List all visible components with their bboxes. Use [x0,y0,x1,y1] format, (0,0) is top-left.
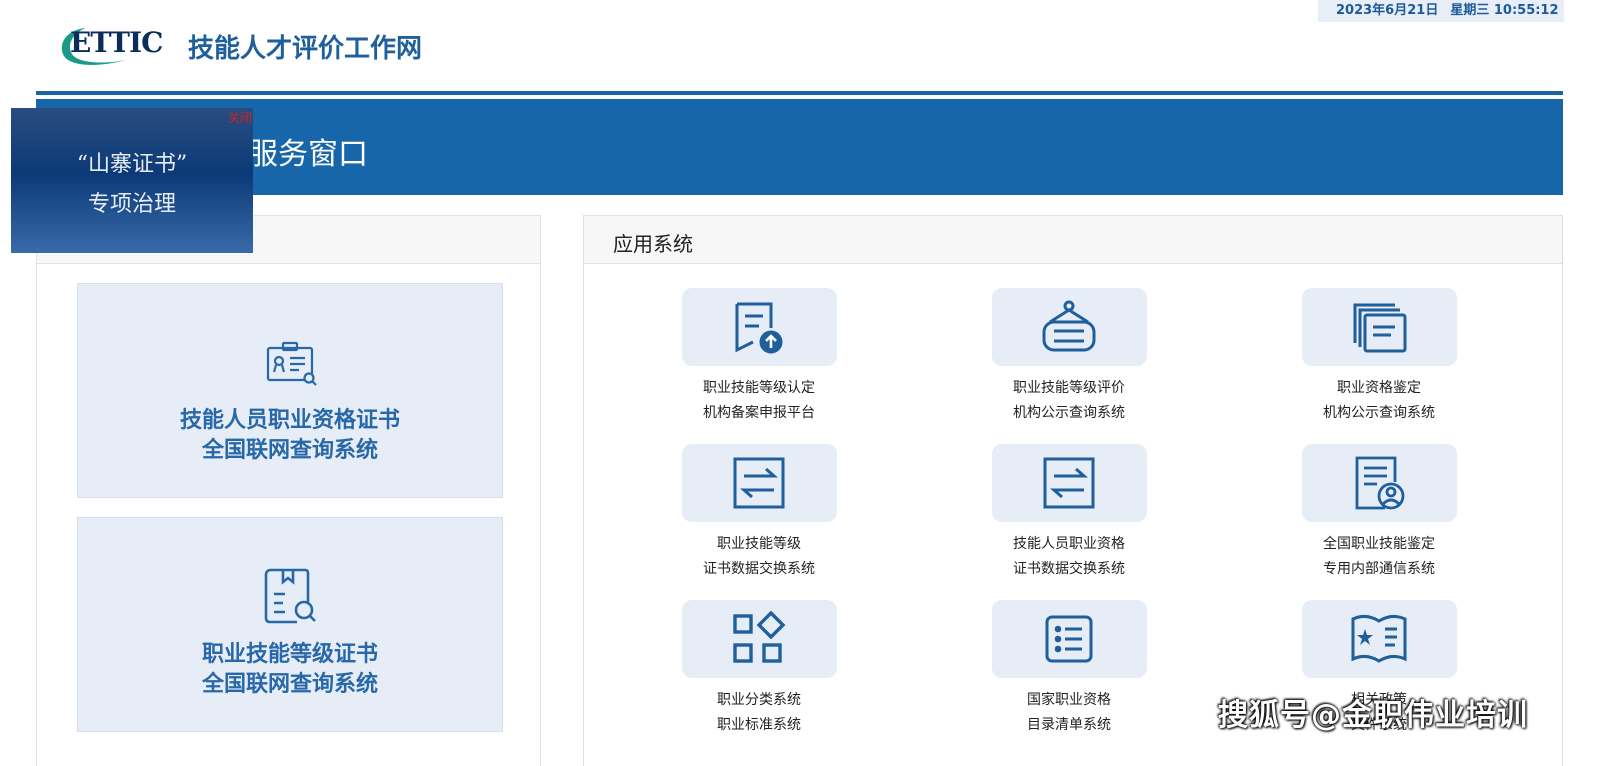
app-tile[interactable] [991,288,1147,366]
skill-level-certificate-query-card[interactable]: 职业技能等级证书 全国联网查询系统 [77,517,503,732]
app-label: 职业技能等级 证书数据交换系统 [649,532,869,582]
category-grid-icon [733,611,786,663]
popup-close-button[interactable]: 关闭 [228,109,252,126]
application-systems-panel: 应用系统 职业技能等级认定 机构备案申报平台 职业技能等级评价 机构公示查询系统… [583,215,1563,766]
exchange-icon [1043,457,1095,509]
app-item[interactable]: 职业技能等级评价 机构公示查询系统 [959,288,1179,426]
exchange-icon [733,457,785,509]
card-title: 技能人员职业资格证书 全国联网查询系统 [78,406,502,466]
app-label-line2: 机构公示查询系统 [1323,405,1435,421]
app-item[interactable]: 职业分类系统 职业标准系统 [649,600,869,738]
app-label-line2: 目录清单系统 [1027,717,1111,733]
app-label-line2: 职业标准系统 [717,717,801,733]
app-label-line2: 证书数据交换系统 [703,561,815,577]
date-time-display: 2023年6月21日 星期三 10:55:12 [1318,0,1564,22]
counterfeit-certificate-popup[interactable]: 关闭 “山寨证书” 专项治理 [11,108,253,253]
banner-title: 服务窗口 [248,137,368,172]
app-label-line1: 职业技能等级 [717,536,801,552]
document-upload-icon [735,302,783,354]
app-tile[interactable] [991,600,1147,678]
app-tile[interactable] [681,600,837,678]
hanging-sign-icon [1042,300,1096,352]
certificate-query-panel: 技能人员职业资格证书 全国联网查询系统 职业技能等级证书 全国联网查询系统 [36,215,541,766]
app-tile[interactable] [1301,288,1457,366]
app-label-line1: 职业分类系统 [717,692,801,708]
app-label: 国家职业资格 目录清单系统 [959,688,1179,738]
app-item[interactable]: 国家职业资格 目录清单系统 [959,600,1179,738]
right-panel-header: 应用系统 [584,216,1562,264]
app-item[interactable]: 职业技能等级认定 机构备案申报平台 [649,288,869,426]
app-item[interactable]: 全国职业技能鉴定 专用内部通信系统 [1269,444,1489,582]
site-title[interactable]: 技能人才评价工作网 [188,28,422,65]
app-label-line1: 职业技能等级认定 [703,380,815,396]
app-label-line2: 机构备案申报平台 [703,405,815,421]
logo-text: ETTIC [70,26,163,59]
app-item[interactable]: 职业技能等级 证书数据交换系统 [649,444,869,582]
watermark-text: 搜狐号@金职伟业培训 [1218,698,1528,733]
app-label-line1: 国家职业资格 [1027,692,1111,708]
app-tile[interactable] [1301,600,1457,678]
app-label-line1: 职业资格鉴定 [1337,380,1421,396]
card-title-line2: 全国联网查询系统 [201,672,378,697]
certificate-search-icon [266,341,317,386]
list-icon [1045,615,1093,663]
app-label: 职业技能等级认定 机构备案申报平台 [649,376,869,426]
popup-title-line1: “山寨证书” [76,152,188,177]
panel-title: 应用系统 [613,232,693,256]
app-label: 职业技能等级评价 机构公示查询系统 [959,376,1179,426]
card-title-line1: 技能人员职业资格证书 [179,408,400,433]
star-book-icon [1351,614,1407,663]
weekday-time-text: 星期三 10:55:12 [1450,3,1559,18]
app-label: 职业资格鉴定 机构公示查询系统 [1269,376,1489,426]
popup-title-line2: 专项治理 [87,192,176,217]
app-tile[interactable] [681,444,837,522]
app-tile[interactable] [991,444,1147,522]
card-title: 职业技能等级证书 全国联网查询系统 [78,640,502,700]
document-user-icon [1355,456,1405,510]
app-label-line2: 证书数据交换系统 [1013,561,1125,577]
app-item[interactable]: 职业资格鉴定 机构公示查询系统 [1269,288,1489,426]
header-divider [36,91,1563,95]
app-label-line2: 专用内部通信系统 [1323,561,1435,577]
app-label-line2: 机构公示查询系统 [1013,405,1125,421]
app-tile[interactable] [1301,444,1457,522]
app-label: 职业分类系统 职业标准系统 [649,688,869,738]
card-title-line2: 全国联网查询系统 [201,438,378,463]
app-label-line1: 全国职业技能鉴定 [1323,536,1435,552]
card-title-line1: 职业技能等级证书 [201,642,378,667]
app-label-line1: 技能人员职业资格 [1013,536,1125,552]
certificate-magnifier-icon [264,568,316,624]
ettic-logo[interactable]: ETTIC [56,24,166,68]
qualification-certificate-query-card[interactable]: 技能人员职业资格证书 全国联网查询系统 [77,283,503,498]
service-banner: 服务窗口 [36,99,1563,195]
stacked-documents-icon [1353,303,1407,353]
app-label: 技能人员职业资格 证书数据交换系统 [959,532,1179,582]
app-item[interactable]: 技能人员职业资格 证书数据交换系统 [959,444,1179,582]
app-label: 全国职业技能鉴定 专用内部通信系统 [1269,532,1489,582]
app-tile[interactable] [681,288,837,366]
app-label-line1: 职业技能等级评价 [1013,380,1125,396]
date-text: 2023年6月21日 [1336,3,1439,18]
